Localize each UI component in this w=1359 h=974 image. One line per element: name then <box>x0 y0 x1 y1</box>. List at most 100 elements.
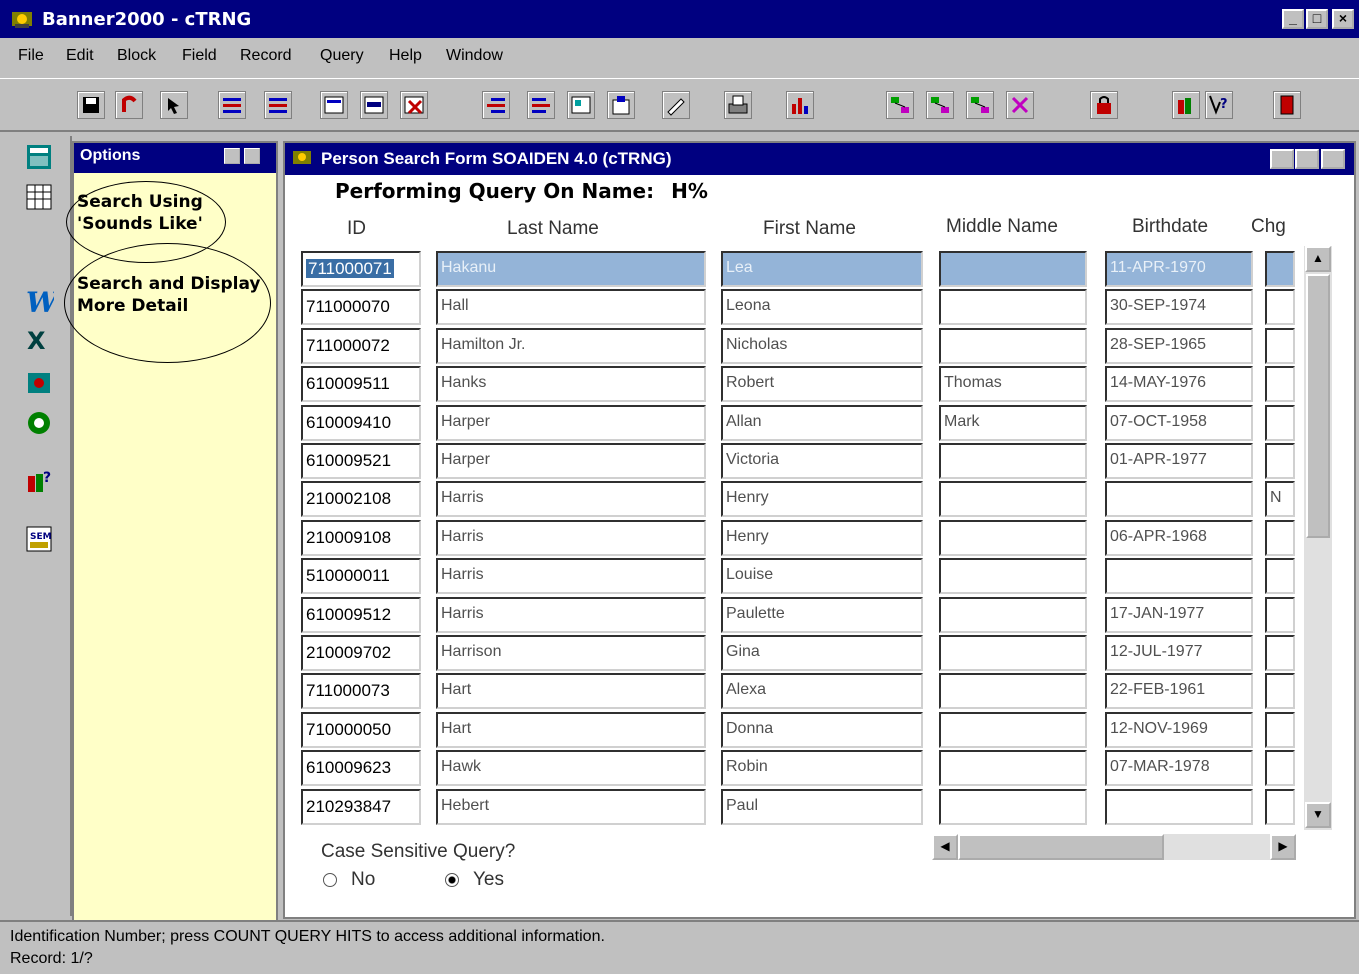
form-close-button[interactable] <box>1321 149 1345 169</box>
cell-first[interactable]: Allan <box>721 404 923 441</box>
link-icon-2[interactable] <box>926 91 954 119</box>
print-icon[interactable] <box>724 91 752 119</box>
cell-first[interactable]: Gina <box>721 635 923 671</box>
radio-yes-option[interactable]: Yes <box>445 869 504 891</box>
menu-help[interactable]: Help <box>389 47 422 65</box>
options-minimize-button[interactable] <box>224 148 240 164</box>
cell-last[interactable]: Hanks <box>436 366 706 403</box>
cell-birth[interactable]: 17-JAN-1977 <box>1105 596 1253 633</box>
cell-birth[interactable]: 12-JUL-1977 <box>1105 635 1253 671</box>
cell-id[interactable]: 510000011 <box>301 558 421 595</box>
cell-middle[interactable] <box>939 788 1087 825</box>
cell-middle[interactable] <box>939 519 1087 556</box>
cell-first[interactable]: Henry <box>721 481 923 518</box>
next-block-icon[interactable] <box>264 91 292 119</box>
scroll-up-icon[interactable]: ▲ <box>1305 246 1331 272</box>
cell-birth[interactable] <box>1105 558 1253 595</box>
cell-chg[interactable] <box>1265 635 1295 671</box>
menu-file[interactable]: File <box>18 47 44 65</box>
cell-chg[interactable] <box>1265 558 1295 595</box>
menu-window[interactable]: Window <box>446 47 503 65</box>
enter-query-icon[interactable] <box>482 91 510 119</box>
exit-icon[interactable] <box>1273 91 1301 119</box>
cell-last[interactable]: Hall <box>436 289 706 326</box>
cell-birth[interactable]: 11-APR-1970 <box>1105 251 1253 287</box>
cell-last[interactable]: Hart <box>436 673 706 710</box>
word-icon[interactable]: W <box>24 286 60 319</box>
cell-id[interactable]: 610009511 <box>301 366 421 403</box>
options-scroll-button[interactable] <box>244 148 260 164</box>
menu-query[interactable]: Query <box>320 47 364 65</box>
excel-icon[interactable]: X <box>24 324 54 355</box>
cell-first[interactable]: Paulette <box>721 596 923 633</box>
cancel-query-icon[interactable] <box>567 91 595 119</box>
cell-middle[interactable]: Thomas <box>939 366 1087 403</box>
cell-first[interactable]: Nicholas <box>721 327 923 364</box>
link-icon-1[interactable] <box>886 91 914 119</box>
cell-middle[interactable] <box>939 596 1087 633</box>
rollback-icon[interactable] <box>115 91 143 119</box>
form-minimize-button[interactable] <box>1270 149 1294 169</box>
cell-middle[interactable]: Mark <box>939 404 1087 441</box>
cell-chg[interactable] <box>1265 788 1295 825</box>
cell-last[interactable]: Hawk <box>436 750 706 787</box>
cell-birth[interactable]: 07-OCT-1958 <box>1105 404 1253 441</box>
cell-middle[interactable] <box>939 481 1087 518</box>
vertical-scroll-thumb[interactable] <box>1306 274 1330 538</box>
cell-id[interactable]: 711000070 <box>301 289 421 326</box>
cell-birth[interactable]: 14-MAY-1976 <box>1105 366 1253 403</box>
cell-id[interactable]: 210009702 <box>301 635 421 671</box>
cell-id[interactable]: 610009410 <box>301 404 421 441</box>
remove-record-icon[interactable] <box>360 91 388 119</box>
cell-middle[interactable] <box>939 289 1087 326</box>
cell-birth[interactable]: 06-APR-1968 <box>1105 519 1253 556</box>
cell-id[interactable]: 210002108 <box>301 481 421 518</box>
menu-edit[interactable]: Edit <box>66 47 94 65</box>
horizontal-scroll-thumb[interactable] <box>958 834 1164 860</box>
cell-first[interactable]: Victoria <box>721 443 923 479</box>
form-maximize-button[interactable] <box>1295 149 1319 169</box>
cell-last[interactable]: Harper <box>436 404 706 441</box>
menu-record[interactable]: Record <box>240 47 292 65</box>
cell-chg[interactable]: N <box>1265 481 1295 518</box>
cell-last[interactable]: Harris <box>436 481 706 518</box>
clear-record-icon[interactable] <box>400 91 428 119</box>
cell-birth[interactable]: 07-MAR-1978 <box>1105 750 1253 787</box>
cell-birth[interactable] <box>1105 788 1253 825</box>
scroll-left-icon[interactable]: ◀ <box>932 834 958 860</box>
cell-first[interactable]: Robert <box>721 366 923 403</box>
cell-id[interactable]: 710000050 <box>301 711 421 748</box>
cell-middle[interactable] <box>939 327 1087 364</box>
link-icon-3[interactable] <box>966 91 994 119</box>
lock-icon[interactable] <box>1090 91 1118 119</box>
cell-id[interactable]: 711000072 <box>301 327 421 364</box>
cell-middle[interactable] <box>939 558 1087 595</box>
cell-last[interactable]: Hakanu <box>436 251 706 287</box>
edit-icon[interactable] <box>662 91 690 119</box>
cell-chg[interactable] <box>1265 596 1295 633</box>
cell-birth[interactable]: 30-SEP-1974 <box>1105 289 1253 326</box>
cell-chg[interactable] <box>1265 289 1295 326</box>
cell-last[interactable]: Hamilton Jr. <box>436 327 706 364</box>
help-icon[interactable]: ? <box>1205 91 1233 119</box>
cell-chg[interactable] <box>1265 327 1295 364</box>
insert-record-icon[interactable] <box>320 91 348 119</box>
cell-id[interactable]: 610009623 <box>301 750 421 787</box>
sem-icon[interactable]: SEM <box>24 524 54 554</box>
cell-id[interactable]: 711000071 <box>301 251 421 287</box>
cell-chg[interactable] <box>1265 366 1295 403</box>
print-form-icon[interactable] <box>607 91 635 119</box>
cell-first[interactable]: Louise <box>721 558 923 595</box>
cell-id[interactable]: 210293847 <box>301 788 421 825</box>
cell-last[interactable]: Harris <box>436 519 706 556</box>
cell-chg[interactable] <box>1265 443 1295 479</box>
cell-chg[interactable] <box>1265 251 1295 287</box>
cell-first[interactable]: Henry <box>721 519 923 556</box>
radio-no-option[interactable]: No <box>323 869 375 891</box>
cell-last[interactable]: Hebert <box>436 788 706 825</box>
cell-chg[interactable] <box>1265 404 1295 441</box>
cell-id[interactable]: 711000073 <box>301 673 421 710</box>
cell-birth[interactable]: 12-NOV-1969 <box>1105 711 1253 748</box>
cell-birth[interactable]: 01-APR-1977 <box>1105 443 1253 479</box>
mail-icon[interactable] <box>24 368 54 398</box>
